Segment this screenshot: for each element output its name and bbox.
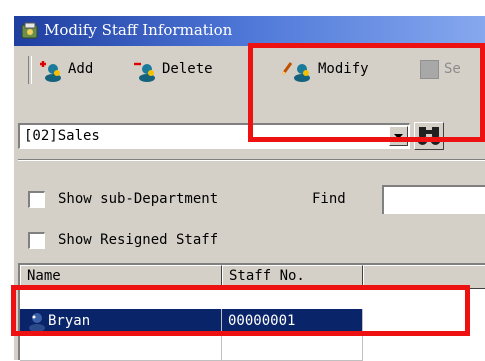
chevron-down-icon: [394, 134, 403, 139]
column-header-staff-no[interactable]: Staff No.: [222, 265, 363, 289]
person-icon: [29, 313, 45, 332]
find-label: Find: [312, 191, 346, 207]
toolbar: Add Delete Modify Se: [14, 50, 485, 90]
delete-person-icon: [134, 62, 155, 82]
cell-staff-no[interactable]: 00000001: [222, 309, 363, 335]
show-sub-department-checkbox[interactable]: [28, 191, 45, 208]
add-person-icon: [40, 61, 61, 82]
modify-button[interactable]: Modify: [282, 57, 402, 83]
title-bar: Modify Staff Information: [14, 16, 485, 46]
delete-button[interactable]: Delete: [132, 57, 262, 83]
column-header-filler: [363, 265, 485, 289]
show-resigned-checkbox[interactable]: [28, 232, 45, 249]
edit-person-icon: [282, 62, 310, 82]
window-title: Modify Staff Information: [44, 21, 233, 39]
staff-grid: Name Staff No. Bryan 00000001: [18, 263, 485, 361]
add-button[interactable]: Add: [38, 57, 128, 83]
show-sub-department-label: Show sub-Department: [58, 191, 219, 207]
toolbar-grip[interactable]: [28, 56, 32, 84]
department-value: [02]Sales: [24, 128, 100, 144]
find-input[interactable]: [382, 185, 485, 214]
dropdown-button[interactable]: [389, 126, 408, 146]
department-select[interactable]: [02]Sales: [18, 123, 410, 149]
show-resigned-label: Show Resigned Staff: [58, 232, 219, 248]
column-header-name[interactable]: Name: [20, 265, 222, 289]
cell-name[interactable]: Bryan: [20, 309, 222, 335]
select-icon: [420, 60, 439, 79]
binoculars-icon: [417, 127, 441, 145]
find-button[interactable]: [414, 122, 444, 150]
separator: [18, 159, 485, 161]
table-row[interactable]: Bryan 00000001: [20, 309, 485, 335]
select-button[interactable]: Se: [420, 57, 485, 83]
table-row-empty: [20, 335, 485, 361]
staff-app-icon: [20, 21, 40, 41]
